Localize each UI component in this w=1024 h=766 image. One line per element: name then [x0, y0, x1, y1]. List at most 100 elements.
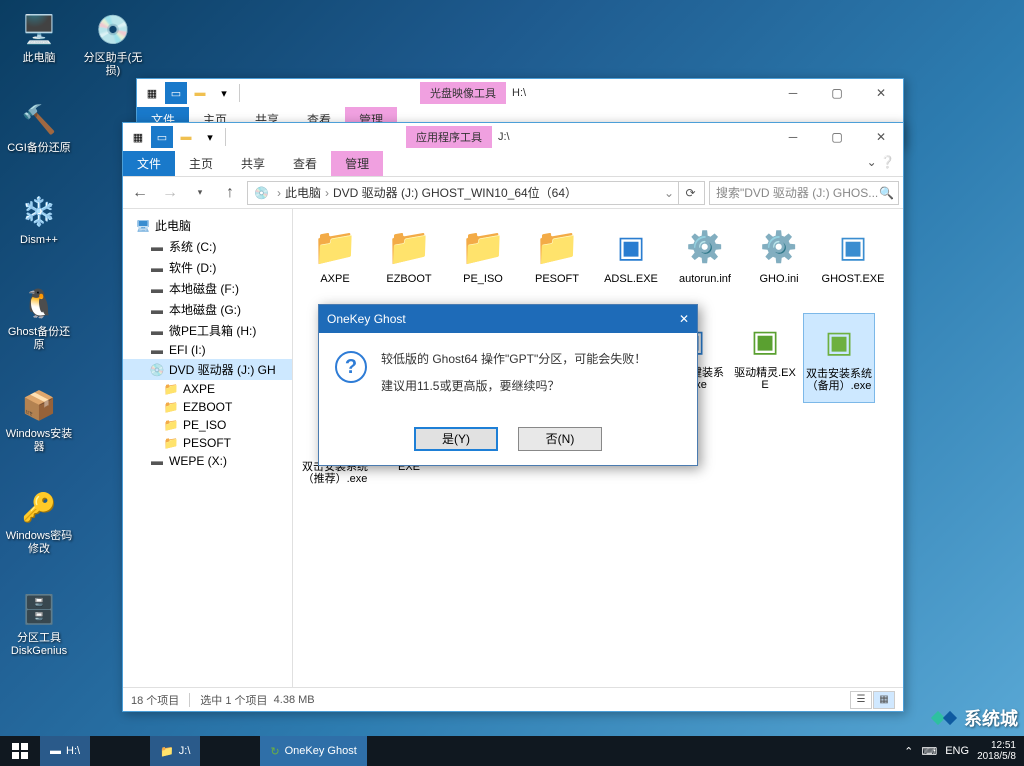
minimize-button[interactable]: ─ [771, 79, 815, 107]
desktop-icon-wininstall[interactable]: 📦Windows安装器 [4, 384, 74, 454]
view-details-icon[interactable]: ☰ [850, 691, 872, 709]
file-item[interactable]: ▣GHOST.EXE [817, 219, 889, 309]
pc-icon: 🖥 [135, 219, 151, 233]
file-label: PE_ISO [463, 273, 503, 285]
refresh-icon[interactable]: ⟳ [678, 182, 702, 204]
dvd-icon: 💿 [149, 363, 165, 377]
file-item[interactable]: 📁PE_ISO [447, 219, 519, 309]
tab-home[interactable]: 主页 [175, 151, 227, 176]
file-item[interactable]: ▣双击安装系统（备用）.exe [803, 313, 875, 403]
nav-back-icon[interactable]: ← [127, 180, 153, 206]
qat-icon[interactable]: ▦ [127, 126, 149, 148]
nav-fwd-icon[interactable]: → [157, 180, 183, 206]
language-indicator[interactable]: ENG [945, 745, 969, 757]
start-button[interactable] [0, 736, 40, 766]
file-item[interactable]: 📁PESOFT [521, 219, 593, 309]
desktop-icon-ghost[interactable]: 🐧Ghost备份还原 [4, 282, 74, 352]
file-item[interactable]: ⚙️GHO.ini [743, 219, 815, 309]
drive-icon: ▬ [149, 343, 165, 357]
tree-pc[interactable]: 🖥此电脑 [123, 215, 292, 236]
dialog-title: OneKey Ghost [327, 312, 406, 326]
desktop-icon-diskgenius[interactable]: 🗄️分区工具DiskGenius [4, 588, 74, 658]
breadcrumb[interactable]: 💿 › 此电脑 › DVD 驱动器 (J:) GHOST_WIN10_64位（6… [247, 181, 705, 205]
tray-expand-icon[interactable]: ⌃ [904, 745, 913, 758]
tab-file[interactable]: 文件 [123, 151, 175, 176]
tree-drive-d[interactable]: ▬软件 (D:) [123, 257, 292, 278]
search-icon[interactable]: 🔍 [879, 186, 894, 200]
context-tab: 应用程序工具 [406, 126, 492, 148]
nav-recent-icon[interactable]: ▾ [187, 180, 213, 206]
desktop-icon-partition[interactable]: 💿分区助手(无损) [78, 8, 148, 78]
maximize-button[interactable]: ▢ [815, 123, 859, 151]
close-button[interactable]: ✕ [859, 79, 903, 107]
breadcrumb-pc[interactable]: 此电脑 [285, 184, 321, 201]
tree-drive-g[interactable]: ▬本地磁盘 (G:) [123, 299, 292, 320]
taskbar-item-h[interactable]: ▬H:\ [40, 736, 90, 766]
qat-props[interactable]: ▭ [151, 126, 173, 148]
keyboard-icon[interactable]: ⌨ [921, 745, 937, 758]
breadcrumb-drive[interactable]: DVD 驱动器 (J:) GHOST_WIN10_64位（64） [333, 184, 577, 201]
tree-folder-peiso[interactable]: 📁PE_ISO [123, 416, 292, 434]
desktop-icon-pwd[interactable]: 🔑Windows密码修改 [4, 486, 74, 556]
tree-drive-h[interactable]: ▬微PE工具箱 (H:) [123, 320, 292, 341]
search-input[interactable]: 搜索"DVD 驱动器 (J:) GHOS... 🔍 [709, 181, 899, 205]
file-label: EZBOOT [386, 273, 431, 285]
tree-drive-x[interactable]: ▬WEPE (X:) [123, 452, 292, 470]
tree-folder-ezboot[interactable]: 📁EZBOOT [123, 398, 292, 416]
drive-icon: ▬ [149, 303, 165, 317]
file-item[interactable]: 📁EZBOOT [373, 219, 445, 309]
qat-new[interactable]: ▬ [189, 82, 211, 104]
window-title: H:\ [512, 87, 526, 99]
title-bar[interactable]: ▦ ▭ ▬ ▾ 应用程序工具 J:\ ─ ▢ ✕ [123, 123, 903, 151]
clock[interactable]: 12:51 2018/5/8 [977, 740, 1016, 762]
file-label: ADSL.EXE [604, 273, 658, 285]
search-placeholder: 搜索"DVD 驱动器 (J:) GHOS... [716, 184, 878, 201]
file-item[interactable]: ⚙️autorun.inf [669, 219, 741, 309]
tab-share[interactable]: 共享 [227, 151, 279, 176]
tab-view[interactable]: 查看 [279, 151, 331, 176]
title-bar[interactable]: ▦ ▭ ▬ ▾ 光盘映像工具 H:\ ─ ▢ ✕ [137, 79, 903, 107]
drive-icon: ▬ [149, 240, 165, 254]
file-item[interactable]: 📁AXPE [299, 219, 371, 309]
breadcrumb-dropdown-icon[interactable]: ⌄ [660, 186, 678, 200]
taskbar-item-j[interactable]: 📁J:\ [150, 736, 200, 766]
qat-dd[interactable]: ▾ [213, 82, 235, 104]
tree-folder-pesoft[interactable]: 📁PESOFT [123, 434, 292, 452]
qat-props[interactable]: ▭ [165, 82, 187, 104]
desktop-icon-cgi[interactable]: 🔨CGI备份还原 [4, 98, 74, 155]
tree-drive-i[interactable]: ▬EFI (I:) [123, 341, 292, 359]
address-bar: ← → ▾ ↑ 💿 › 此电脑 › DVD 驱动器 (J:) GHOST_WIN… [123, 177, 903, 209]
tree-folder-axpe[interactable]: 📁AXPE [123, 380, 292, 398]
file-label: 双击安装系统（备用）.exe [806, 368, 872, 392]
drive-icon: ▬ [149, 454, 165, 468]
file-item[interactable]: ▣驱动精灵.EXE [729, 313, 801, 403]
file-label: 驱动精灵.EXE [731, 367, 799, 391]
ribbon-expand-icon[interactable]: ⌄ ❔ [859, 151, 903, 176]
qat-icon[interactable]: ▦ [141, 82, 163, 104]
tree-drive-f[interactable]: ▬本地磁盘 (F:) [123, 278, 292, 299]
dialog-message-2: 建议用11.5或更高版，要继续吗？ [381, 378, 646, 395]
yes-button[interactable]: 是(Y) [414, 427, 498, 451]
maximize-button[interactable]: ▢ [815, 79, 859, 107]
ribbon: 文件 主页 共享 查看 管理 ⌄ ❔ [123, 151, 903, 177]
file-item[interactable]: ▣ADSL.EXE [595, 219, 667, 309]
tree-drive-c[interactable]: ▬系统 (C:) [123, 236, 292, 257]
tab-manage[interactable]: 管理 [331, 151, 383, 176]
minimize-button[interactable]: ─ [771, 123, 815, 151]
desktop-icon-dism[interactable]: ❄️Dism++ [4, 190, 74, 247]
watermark: 系统城 [930, 704, 1018, 732]
dialog-message-1: 较低版的 Ghost64 操作"GPT"分区，可能会失败！ [381, 351, 646, 368]
nav-up-icon[interactable]: ↑ [217, 180, 243, 206]
close-button[interactable]: ✕ [859, 123, 903, 151]
dialog-title-bar[interactable]: OneKey Ghost ✕ [319, 305, 697, 333]
view-icons-icon[interactable]: ▦ [873, 691, 895, 709]
taskbar-item-onekey[interactable]: ↻OneKey Ghost [260, 736, 366, 766]
qat-dd[interactable]: ▾ [199, 126, 221, 148]
dialog-close-icon[interactable]: ✕ [679, 312, 689, 326]
desktop-icon-pc[interactable]: 🖥️此电脑 [4, 8, 74, 65]
drive-icon: 💿 [254, 186, 269, 200]
tree-dvd-j[interactable]: 💿DVD 驱动器 (J:) GH [123, 359, 292, 380]
drive-icon: ▬ [149, 324, 165, 338]
no-button[interactable]: 否(N) [518, 427, 602, 451]
qat-new[interactable]: ▬ [175, 126, 197, 148]
